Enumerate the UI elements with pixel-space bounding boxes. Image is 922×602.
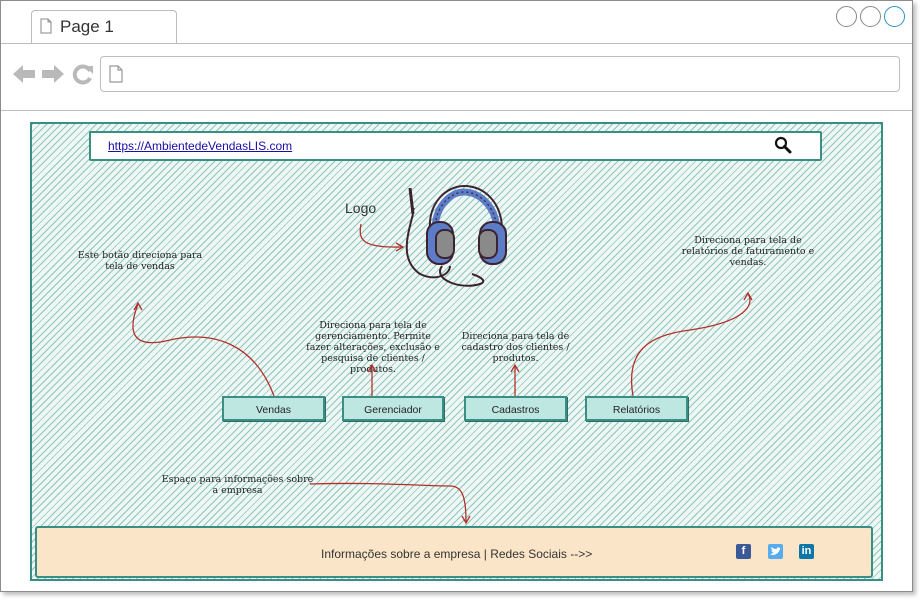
headphones-logo-icon	[405, 184, 507, 287]
twitter-bird-icon	[770, 547, 781, 555]
search-icon[interactable]	[774, 136, 792, 154]
back-arrow-icon[interactable]	[12, 63, 36, 85]
footer: Informações sobre a empresa | Redes Soci…	[35, 526, 873, 578]
gerenciador-button[interactable]: Gerenciador	[342, 396, 444, 421]
window-close-button[interactable]	[884, 6, 905, 27]
page-icon	[40, 18, 52, 34]
relatorios-button[interactable]: Relatórios	[585, 396, 688, 421]
browser-tab[interactable]: Page 1	[31, 10, 177, 43]
window-minimize-button[interactable]	[836, 6, 857, 27]
note-vendas: Este botão direciona para tela de vendas	[77, 250, 203, 272]
facebook-icon[interactable]: f	[736, 544, 751, 559]
navigation-bar	[1, 44, 912, 111]
address-bar[interactable]: https://AmbientedeVendasLIS.com	[89, 131, 822, 161]
logo-label: Logo	[345, 200, 377, 216]
title-bar: Page 1	[1, 1, 912, 44]
vendas-button[interactable]: Vendas	[222, 396, 325, 421]
linkedin-icon[interactable]: in	[799, 544, 814, 559]
note-relatorios: Direciona para tela de relatórios de fat…	[681, 235, 815, 268]
footer-text: Informações sobre a empresa | Redes Soci…	[321, 547, 593, 561]
url-bar[interactable]	[100, 56, 900, 92]
forward-arrow-icon[interactable]	[41, 63, 65, 85]
reload-icon[interactable]	[72, 63, 94, 85]
note-gerenciador: Direciona para tela de gerenciamento. Pe…	[306, 320, 440, 375]
window-maximize-button[interactable]	[860, 6, 881, 27]
site-link[interactable]: https://AmbientedeVendasLIS.com	[108, 139, 292, 153]
note-cadastros: Direciona para tela de cadastro dos clie…	[461, 331, 570, 364]
tab-title: Page 1	[60, 17, 114, 36]
twitter-icon[interactable]	[768, 544, 783, 559]
note-empresa: Espaço para informações sobre a empresa	[161, 474, 314, 496]
page-icon	[109, 65, 123, 83]
cadastros-button[interactable]: Cadastros	[464, 396, 567, 421]
